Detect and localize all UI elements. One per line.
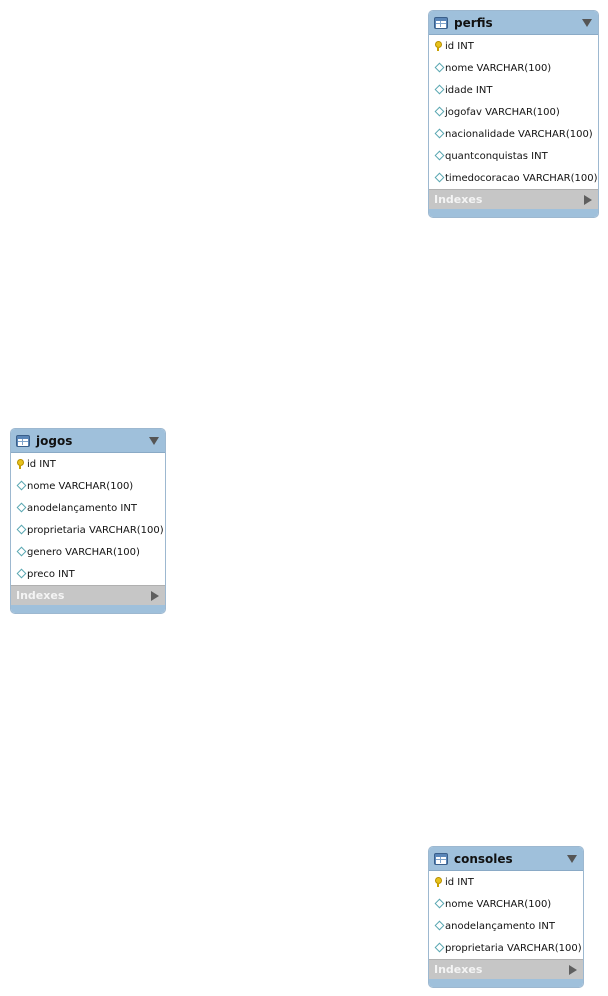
key-icon: [16, 459, 26, 469]
table-icon: [434, 852, 448, 865]
indexes-section[interactable]: Indexes: [11, 585, 165, 605]
column-label: nome VARCHAR(100): [27, 480, 134, 492]
diamond-icon: [434, 921, 444, 931]
diamond-icon: [16, 503, 26, 513]
column-row[interactable]: proprietaria VARCHAR(100): [11, 519, 165, 541]
indexes-section[interactable]: Indexes: [429, 189, 598, 209]
column-label: jogofav VARCHAR(100): [445, 106, 560, 118]
column-label: nacionalidade VARCHAR(100): [445, 128, 593, 140]
column-label: idade INT: [445, 84, 493, 96]
diamond-icon: [16, 525, 26, 535]
table-name: perfis: [454, 15, 493, 30]
column-label: timedocoracao VARCHAR(100): [445, 172, 598, 184]
column-label: anodelançamento INT: [445, 920, 555, 932]
table-icon: [16, 434, 30, 447]
indexes-label: Indexes: [434, 963, 483, 976]
triangle-right-icon[interactable]: [584, 194, 592, 205]
column-row[interactable]: id INT: [11, 453, 165, 475]
column-label: id INT: [445, 40, 474, 52]
column-label: id INT: [27, 458, 56, 470]
table-header[interactable]: consoles: [429, 847, 583, 871]
diamond-icon: [434, 85, 444, 95]
diamond-icon: [434, 63, 444, 73]
column-row[interactable]: anodelançamento INT: [429, 915, 583, 937]
table-jogos[interactable]: jogos id INT nome VARCHAR(100) anodelanç…: [10, 428, 166, 614]
table-icon: [434, 16, 448, 29]
diamond-icon: [434, 129, 444, 139]
column-row[interactable]: nome VARCHAR(100): [11, 475, 165, 497]
column-row[interactable]: quantconquistas INT: [429, 145, 598, 167]
table-header[interactable]: jogos: [11, 429, 165, 453]
diamond-icon: [434, 173, 444, 183]
column-label: anodelançamento INT: [27, 502, 137, 514]
table-consoles[interactable]: consoles id INT nome VARCHAR(100) anodel…: [428, 846, 584, 988]
column-label: proprietaria VARCHAR(100): [445, 942, 582, 954]
column-row[interactable]: nome VARCHAR(100): [429, 893, 583, 915]
diamond-icon: [434, 151, 444, 161]
column-row[interactable]: proprietaria VARCHAR(100): [429, 937, 583, 959]
diamond-icon: [434, 899, 444, 909]
indexes-section[interactable]: Indexes: [429, 959, 583, 979]
column-label: preco INT: [27, 568, 75, 580]
column-row[interactable]: jogofav VARCHAR(100): [429, 101, 598, 123]
table-name: jogos: [36, 433, 73, 448]
diamond-icon: [16, 481, 26, 491]
column-row[interactable]: anodelançamento INT: [11, 497, 165, 519]
triangle-right-icon[interactable]: [569, 964, 577, 975]
table-name: consoles: [454, 851, 513, 866]
triangle-down-icon[interactable]: [149, 436, 159, 445]
diamond-icon: [434, 943, 444, 953]
table-footer: [11, 605, 165, 613]
column-label: proprietaria VARCHAR(100): [27, 524, 164, 536]
triangle-right-icon[interactable]: [151, 590, 159, 601]
column-row[interactable]: preco INT: [11, 563, 165, 585]
column-row[interactable]: id INT: [429, 35, 598, 57]
table-header[interactable]: perfis: [429, 11, 598, 35]
column-label: nome VARCHAR(100): [445, 898, 552, 910]
key-icon: [434, 877, 444, 887]
table-footer: [429, 209, 598, 217]
column-row[interactable]: nacionalidade VARCHAR(100): [429, 123, 598, 145]
column-label: quantconquistas INT: [445, 150, 548, 162]
column-label: id INT: [445, 876, 474, 888]
column-row[interactable]: nome VARCHAR(100): [429, 57, 598, 79]
column-row[interactable]: timedocoracao VARCHAR(100): [429, 167, 598, 189]
column-label: genero VARCHAR(100): [27, 546, 140, 558]
indexes-label: Indexes: [434, 193, 483, 206]
diamond-icon: [16, 547, 26, 557]
column-row[interactable]: idade INT: [429, 79, 598, 101]
column-label: nome VARCHAR(100): [445, 62, 552, 74]
triangle-down-icon[interactable]: [567, 854, 577, 863]
column-row[interactable]: id INT: [429, 871, 583, 893]
column-row[interactable]: genero VARCHAR(100): [11, 541, 165, 563]
table-perfis[interactable]: perfis id INT nome VARCHAR(100) idade IN…: [428, 10, 599, 218]
diamond-icon: [434, 107, 444, 117]
triangle-down-icon[interactable]: [582, 18, 592, 27]
key-icon: [434, 41, 444, 51]
diamond-icon: [16, 569, 26, 579]
indexes-label: Indexes: [16, 589, 65, 602]
table-footer: [429, 979, 583, 987]
